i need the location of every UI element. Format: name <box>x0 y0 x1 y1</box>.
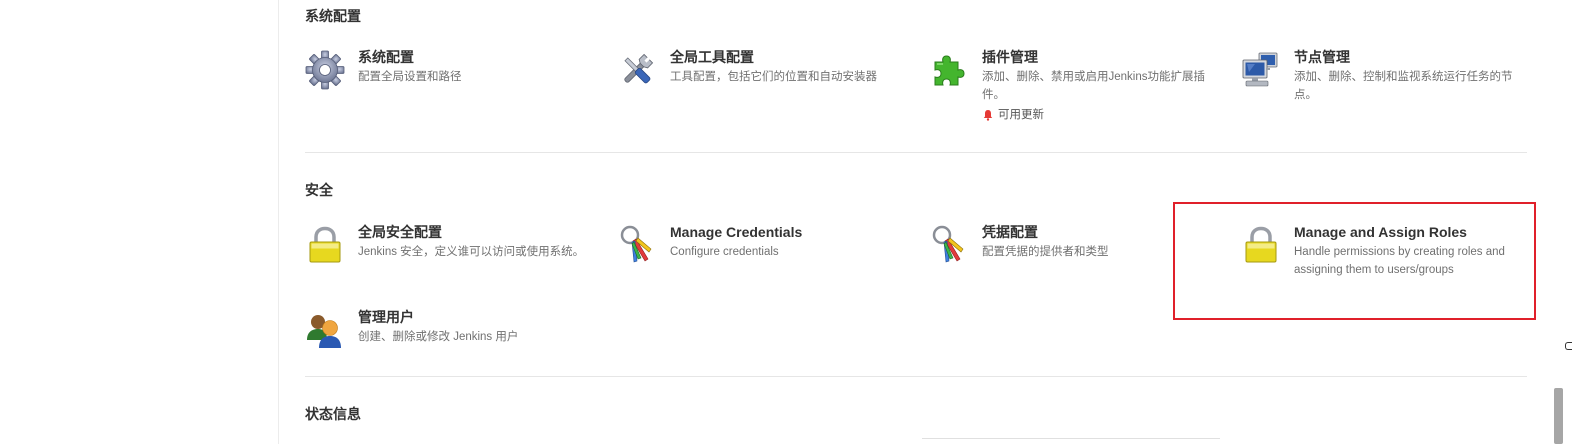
section-divider <box>305 376 1527 377</box>
item-title: Manage Credentials <box>670 224 803 240</box>
puzzle-icon <box>929 50 969 90</box>
lock-icon <box>305 225 345 265</box>
section-title-status: 状态信息 <box>305 406 361 422</box>
item-title: 全局工具配置 <box>670 49 754 65</box>
scrollbar-track[interactable] <box>1551 0 1566 444</box>
users-icon <box>305 310 345 350</box>
section-divider <box>305 152 1527 153</box>
update-available-label: 可用更新 <box>998 109 1044 121</box>
item-desc: Jenkins 安全，定义谁可以访问或使用系统。 <box>358 246 585 258</box>
item-desc: 工具配置，包括它们的位置和自动安装器 <box>670 71 877 83</box>
computer-icon <box>1241 50 1281 90</box>
left-gutter <box>0 0 279 444</box>
section-title-system: 系统配置 <box>305 8 361 24</box>
section-title-security: 安全 <box>305 182 333 198</box>
highlight-annotation-box <box>1173 202 1536 320</box>
tools-icon <box>617 50 657 90</box>
item-title: 插件管理 <box>982 49 1038 65</box>
item-desc: 添加、删除、控制和监视系统运行任务的节点。 <box>1294 71 1513 101</box>
update-available-link[interactable]: 可用更新 <box>982 106 1222 124</box>
keys-icon <box>617 225 657 265</box>
bell-icon <box>982 109 994 121</box>
item-desc: 创建、删除或修改 Jenkins 用户 <box>358 331 519 343</box>
item-desc: 配置全局设置和路径 <box>358 71 462 83</box>
item-desc: Configure credentials <box>670 246 779 258</box>
item-title: 节点管理 <box>1294 49 1350 65</box>
gear-icon <box>305 50 345 90</box>
keys-icon <box>929 225 969 265</box>
window-edge-handle <box>1565 342 1572 350</box>
item-title: 全局安全配置 <box>358 224 442 240</box>
item-desc: 添加、删除、禁用或启用Jenkins功能扩展插件。 <box>982 71 1205 101</box>
item-title: 管理用户 <box>358 309 414 325</box>
scrollbar-thumb[interactable] <box>1554 388 1563 444</box>
item-title: 系统配置 <box>358 49 414 65</box>
bottom-edge-line <box>922 438 1220 439</box>
